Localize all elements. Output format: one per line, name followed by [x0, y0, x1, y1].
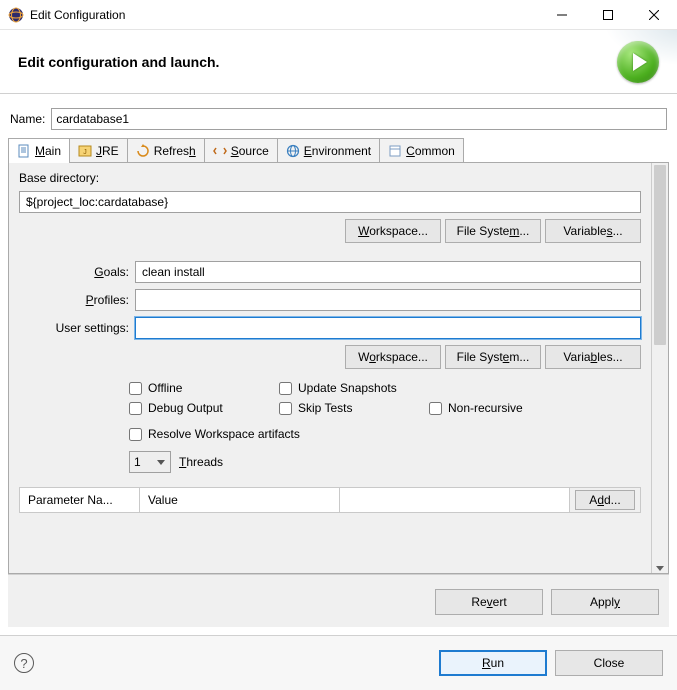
debug-output-check[interactable]: Debug Output: [129, 401, 269, 415]
vertical-scrollbar[interactable]: [651, 163, 668, 573]
apply-button[interactable]: Apply: [551, 589, 659, 615]
name-label: Name:: [10, 112, 45, 126]
tab-bar: Main J JRE Refresh Source Environment Co…: [8, 138, 669, 163]
content: Name: Main J JRE Refresh Source Environm…: [0, 94, 677, 635]
footer: ? Run Close: [0, 635, 677, 690]
tab-environment[interactable]: Environment: [277, 138, 380, 162]
user-settings-buttons: Workspace... File System... Variables...: [19, 345, 641, 369]
minimize-button[interactable]: [539, 0, 585, 30]
revert-apply-row: Revert Apply: [8, 574, 669, 627]
environment-icon: [286, 144, 300, 158]
threads-spinner[interactable]: 1: [129, 451, 171, 473]
run-button[interactable]: Run: [439, 650, 547, 676]
skip-tests-check[interactable]: Skip Tests: [279, 401, 419, 415]
base-dir-buttons: Workspace... File System... Variables...: [19, 219, 641, 243]
main-panel-wrap: Base directory: ${project_loc:cardatabas…: [8, 163, 669, 574]
base-dir-value: ${project_loc:cardatabase}: [26, 195, 168, 209]
non-recursive-check[interactable]: Non-recursive: [429, 401, 569, 415]
user-settings-label: User settings:: [19, 321, 129, 335]
add-button[interactable]: Add...: [575, 490, 635, 510]
titlebar: Edit Configuration: [0, 0, 677, 30]
tab-label: Environment: [304, 144, 371, 158]
tab-label: JRE: [96, 144, 119, 158]
parameter-table: Parameter Na... Value Add...: [19, 487, 641, 513]
tab-main[interactable]: Main: [8, 138, 70, 162]
variables-button-2[interactable]: Variables...: [545, 345, 641, 369]
profiles-input[interactable]: [135, 289, 641, 311]
table-header-value[interactable]: Value: [140, 488, 340, 512]
scrollbar-down-icon[interactable]: [652, 566, 668, 571]
file-icon: [17, 144, 31, 158]
jre-icon: J: [78, 144, 92, 158]
tab-label: Refresh: [154, 144, 196, 158]
help-icon[interactable]: ?: [14, 653, 34, 673]
file-system-button-2[interactable]: File System...: [445, 345, 541, 369]
name-input[interactable]: [51, 108, 667, 130]
profiles-label: Profiles:: [19, 293, 129, 307]
window-title: Edit Configuration: [30, 8, 539, 22]
resolve-workspace-check[interactable]: Resolve Workspace artifacts: [129, 427, 641, 441]
tab-source[interactable]: Source: [204, 138, 278, 162]
checkbox-grid-2: Resolve Workspace artifacts: [129, 427, 641, 441]
refresh-icon: [136, 144, 150, 158]
tab-refresh[interactable]: Refresh: [127, 138, 205, 162]
form-fields: Goals: clean install Profiles: User sett…: [19, 261, 641, 339]
close-button[interactable]: [631, 0, 677, 30]
update-snapshots-check[interactable]: Update Snapshots: [279, 381, 419, 395]
table-header-blank: [340, 488, 570, 512]
base-dir-label: Base directory:: [19, 171, 641, 185]
threads-row: 1 Threads: [129, 451, 641, 473]
workspace-button-2[interactable]: Workspace...: [345, 345, 441, 369]
scrollbar-thumb[interactable]: [654, 165, 666, 345]
threads-value: 1: [134, 455, 141, 469]
add-button-cell: Add...: [570, 488, 640, 512]
common-icon: [388, 144, 402, 158]
chevron-down-icon: [156, 460, 166, 465]
revert-button[interactable]: Revert: [435, 589, 543, 615]
tab-label: Source: [231, 144, 269, 158]
goals-input[interactable]: clean install: [135, 261, 641, 283]
base-dir-input[interactable]: ${project_loc:cardatabase}: [19, 191, 641, 213]
checkbox-grid: Offline Update Snapshots Debug Output Sk…: [129, 381, 641, 415]
main-panel: Base directory: ${project_loc:cardatabas…: [9, 163, 651, 573]
banner: Edit configuration and launch.: [0, 30, 677, 94]
goals-label: Goals:: [19, 265, 129, 279]
name-row: Name:: [8, 104, 669, 132]
tab-label: Common: [406, 144, 455, 158]
close-button-footer[interactable]: Close: [555, 650, 663, 676]
banner-title: Edit configuration and launch.: [18, 54, 219, 70]
source-icon: [213, 144, 227, 158]
goals-value: clean install: [142, 265, 205, 279]
table-header-name[interactable]: Parameter Na...: [20, 488, 140, 512]
tab-label: Main: [35, 144, 61, 158]
variables-button[interactable]: Variables...: [545, 219, 641, 243]
eclipse-icon: [8, 7, 24, 23]
run-icon: [617, 41, 659, 83]
offline-check[interactable]: Offline: [129, 381, 269, 395]
svg-text:J: J: [83, 149, 87, 156]
tab-jre[interactable]: J JRE: [69, 138, 128, 162]
workspace-button[interactable]: Workspace...: [345, 219, 441, 243]
user-settings-input[interactable]: [135, 317, 641, 339]
threads-label: Threads: [179, 455, 223, 469]
maximize-button[interactable]: [585, 0, 631, 30]
tab-common[interactable]: Common: [379, 138, 464, 162]
footer-buttons: Run Close: [439, 650, 663, 676]
file-system-button[interactable]: File System...: [445, 219, 541, 243]
